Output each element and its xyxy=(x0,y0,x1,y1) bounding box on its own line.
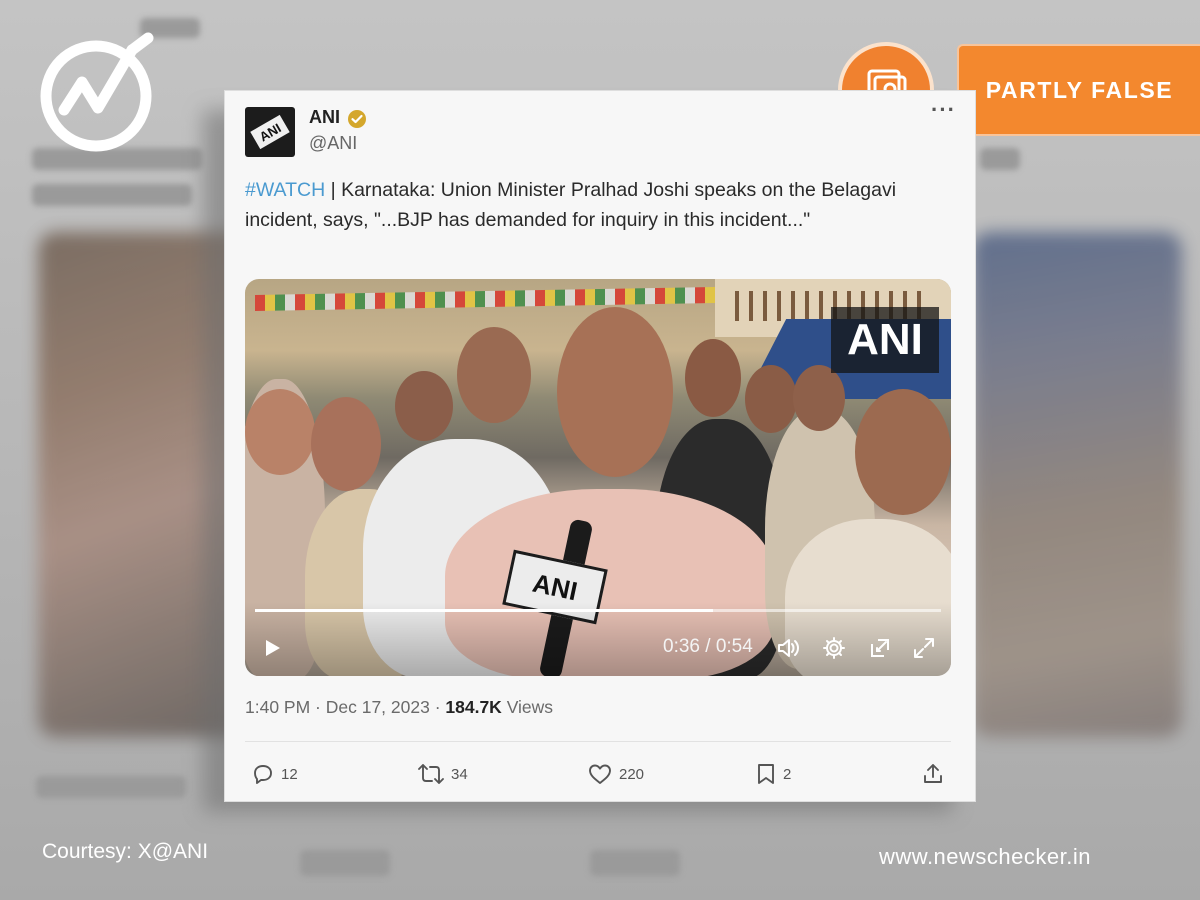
repost-count: 34 xyxy=(451,765,468,783)
views-label: Views xyxy=(501,697,554,717)
avatar[interactable]: ANI xyxy=(245,107,295,157)
tweet-card: ANI ANI @ANI ··· #WATCH | Karnataka: Uni… xyxy=(224,90,976,802)
blurred-text-line xyxy=(36,776,186,798)
reply-count: 12 xyxy=(281,765,298,783)
like-count: 220 xyxy=(619,765,645,783)
site-url: www.newschecker.in xyxy=(879,844,1091,869)
play-icon[interactable] xyxy=(261,637,283,659)
verdict-badge: PARTLY FALSE xyxy=(957,44,1200,136)
ani-watermark: ANI xyxy=(831,307,939,373)
avatar-logo-text: ANI xyxy=(250,114,290,150)
video-face xyxy=(855,389,951,515)
video-face xyxy=(311,397,381,491)
video-player[interactable]: ANI ANI 0:36 / 0:54 xyxy=(245,279,951,676)
tweet-text: #WATCH | Karnataka: Union Minister Pralh… xyxy=(245,175,945,235)
settings-gear-icon[interactable] xyxy=(821,635,847,661)
divider xyxy=(245,741,951,742)
blurred-image-right xyxy=(972,232,1182,737)
author-name[interactable]: ANI xyxy=(309,107,340,128)
tweet-timestamp[interactable]: 1:40 PM · Dec 17, 2023 · xyxy=(245,697,445,717)
volume-icon[interactable] xyxy=(775,635,801,661)
share-button[interactable] xyxy=(921,761,951,787)
bookmark-count: 2 xyxy=(783,765,792,783)
tweet-meta: 1:40 PM · Dec 17, 2023 · 184.7K Views xyxy=(245,697,553,718)
hashtag-link[interactable]: #WATCH xyxy=(245,179,325,201)
fullscreen-icon[interactable] xyxy=(911,635,937,661)
verified-badge-icon xyxy=(348,110,366,128)
video-face xyxy=(457,327,531,423)
blurred-text-line xyxy=(32,184,192,206)
repost-icon xyxy=(418,764,444,784)
bookmark-button[interactable]: 2 xyxy=(755,761,791,787)
more-options-icon[interactable]: ··· xyxy=(931,97,956,123)
author-handle[interactable]: @ANI xyxy=(309,133,357,154)
share-icon xyxy=(924,764,942,783)
views-count: 184.7K xyxy=(445,697,502,717)
video-face xyxy=(745,365,797,433)
reply-icon xyxy=(254,765,272,784)
reply-button[interactable]: 12 xyxy=(251,761,298,787)
video-face xyxy=(685,339,741,417)
video-time: 0:36 / 0:54 xyxy=(663,636,753,657)
blurred-text-line xyxy=(590,850,680,876)
video-face xyxy=(395,371,453,441)
picture-in-picture-icon[interactable] xyxy=(867,635,893,661)
video-progress-bar[interactable] xyxy=(255,609,941,612)
video-face xyxy=(557,307,673,477)
blurred-text-line xyxy=(980,148,1020,170)
newschecker-logo-icon xyxy=(40,32,154,152)
like-button[interactable]: 220 xyxy=(587,761,644,787)
video-progress-fill xyxy=(255,609,713,612)
heart-icon xyxy=(589,764,611,784)
video-face xyxy=(245,389,315,475)
blurred-text-line xyxy=(300,850,390,876)
repost-button[interactable]: 34 xyxy=(417,761,468,787)
bookmark-icon xyxy=(758,764,774,784)
video-face xyxy=(793,365,845,431)
courtesy-credit: Courtesy: X@ANI xyxy=(42,840,209,863)
tweet-body: | Karnataka: Union Minister Pralhad Josh… xyxy=(245,179,897,231)
